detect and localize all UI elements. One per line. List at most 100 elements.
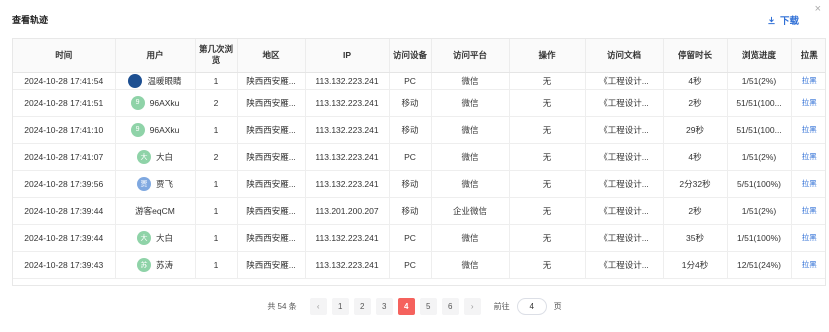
download-label: 下载 xyxy=(779,16,799,27)
user-cell: 9 96AXku xyxy=(115,89,196,117)
avatar xyxy=(128,73,143,88)
column-header: 操作 xyxy=(509,39,586,73)
page-button[interactable]: 6 xyxy=(441,298,459,315)
action-cell: 无 xyxy=(509,72,586,90)
block-link[interactable]: 拉黑 xyxy=(802,233,817,242)
column-header: 地区 xyxy=(237,39,306,73)
document-cell: 《工程设计... xyxy=(585,224,664,252)
column-header: 时间 xyxy=(13,39,116,73)
document-cell: 《工程设计... xyxy=(585,143,664,171)
avatar: 9 xyxy=(130,122,145,137)
progress-cell: 12/51(24%) xyxy=(727,251,792,279)
block-cell: 拉黑 xyxy=(791,251,825,279)
avatar: 大 xyxy=(136,230,151,245)
block-cell: 拉黑 xyxy=(791,197,825,225)
close-icon[interactable]: × xyxy=(815,3,821,15)
block-cell: 拉黑 xyxy=(791,72,825,90)
page-button[interactable]: 1 xyxy=(331,298,349,315)
document-cell: 《工程设计... xyxy=(585,89,664,117)
platform-cell: 微信 xyxy=(431,89,510,117)
goto-label: 前往 xyxy=(493,302,510,311)
time-cell: 2024-10-28 17:39:44 xyxy=(13,197,116,225)
visit-count-cell: 1 xyxy=(195,72,238,90)
action-cell: 无 xyxy=(509,143,586,171)
ip-cell: 113.132.223.241 xyxy=(305,170,390,198)
user-name: 苏涛 xyxy=(155,259,173,270)
block-link[interactable]: 拉黑 xyxy=(802,125,817,134)
ip-cell: 113.132.223.241 xyxy=(305,89,390,117)
duration-cell: 1分4秒 xyxy=(663,251,728,279)
table-row: 2024-10-28 17:41:10 9 96AXku 1 陕西西安雁... 113.1… xyxy=(13,116,825,144)
avatar: 苏 xyxy=(136,257,151,272)
action-cell: 无 xyxy=(509,224,586,252)
document-cell: 《工程设计... xyxy=(585,197,664,225)
platform-cell: 微信 xyxy=(431,170,510,198)
region-cell: 陕西西安雁... xyxy=(237,72,306,90)
table-body: 2024-10-28 17:41:54 温暖眼睛 1 陕西西安雁... 113.132.… xyxy=(13,72,825,279)
document-cell: 《工程设计... xyxy=(585,72,664,90)
action-cell: 无 xyxy=(509,116,586,144)
visit-count-cell: 1 xyxy=(195,251,238,279)
user-cell: 大大白 xyxy=(115,224,196,252)
user-name: 温暖眼睛 xyxy=(147,75,182,86)
duration-cell: 29秒 xyxy=(663,116,728,144)
pagination: 共 54 条 ‹ 123456 › 前往 页 xyxy=(0,298,829,315)
column-header: 第几次浏览 xyxy=(195,39,238,73)
page-button[interactable]: 2 xyxy=(353,298,371,315)
user-name: 贾飞 xyxy=(155,178,173,189)
platform-cell: 企业微信 xyxy=(431,197,510,225)
dialog-title: 查看轨迹 xyxy=(12,15,49,25)
block-link[interactable]: 拉黑 xyxy=(802,152,817,161)
region-cell: 陕西西安雁... xyxy=(237,143,306,171)
action-cell: 无 xyxy=(509,197,586,225)
ip-cell: 113.201.200.207 xyxy=(305,197,390,225)
column-header: 访问平台 xyxy=(431,39,510,73)
progress-cell: 1/51(100%) xyxy=(727,224,792,252)
action-cell: 无 xyxy=(509,251,586,279)
block-link[interactable]: 拉黑 xyxy=(802,98,817,107)
column-header: 拉黑 xyxy=(791,39,825,73)
next-page-button[interactable]: › xyxy=(463,298,481,315)
device-cell: 移动 xyxy=(389,197,432,225)
visit-count-cell: 1 xyxy=(195,170,238,198)
table-header-row: 时间 用户 第几次浏览 地区 IP 访问设备 访问平台 操作 访问文档 停留时长 浏览进度 拉黑 xyxy=(13,39,825,73)
time-cell: 2024-10-28 17:41:07 xyxy=(13,143,116,171)
page-unit-label: 页 xyxy=(553,302,562,311)
table-row: 2024-10-28 17:39:44 游客eqCM 1 陕西西安雁... 113.20… xyxy=(13,197,825,225)
time-cell: 2024-10-28 17:41:51 xyxy=(13,89,116,117)
prev-page-button[interactable]: ‹ xyxy=(309,298,327,315)
progress-cell: 1/51(2%) xyxy=(727,197,792,225)
page-button[interactable]: 4 xyxy=(397,298,415,315)
progress-cell: 5/51(100%) xyxy=(727,170,792,198)
user-name: 大白 xyxy=(155,232,173,243)
ip-cell: 113.132.223.241 xyxy=(305,116,390,144)
visit-count-cell: 2 xyxy=(195,143,238,171)
avatar: 贾 xyxy=(136,176,151,191)
block-link[interactable]: 拉黑 xyxy=(802,260,817,269)
document-cell: 《工程设计... xyxy=(585,251,664,279)
ip-cell: 113.132.223.241 xyxy=(305,143,390,171)
duration-cell: 2分32秒 xyxy=(663,170,728,198)
time-cell: 2024-10-28 17:39:43 xyxy=(13,251,116,279)
device-cell: PC xyxy=(389,251,432,279)
time-cell: 2024-10-28 17:41:54 xyxy=(13,72,116,90)
region-cell: 陕西西安雁... xyxy=(237,116,306,144)
time-cell: 2024-10-28 17:39:56 xyxy=(13,170,116,198)
column-header: 停留时长 xyxy=(663,39,728,73)
table-row: 2024-10-28 17:39:43 苏苏涛 1 陕西西安雁... 113.132.2… xyxy=(13,251,825,279)
page-button[interactable]: 3 xyxy=(375,298,393,315)
block-link[interactable]: 拉黑 xyxy=(802,206,817,215)
device-cell: PC xyxy=(389,72,432,90)
user-cell: 苏苏涛 xyxy=(115,251,196,279)
table-row: 2024-10-28 17:41:54 温暖眼睛 1 陕西西安雁... 113.132.… xyxy=(13,72,825,90)
user-name: 大白 xyxy=(155,151,173,162)
block-link[interactable]: 拉黑 xyxy=(802,76,817,85)
document-cell: 《工程设计... xyxy=(585,170,664,198)
block-link[interactable]: 拉黑 xyxy=(802,179,817,188)
goto-page-input[interactable] xyxy=(516,298,547,315)
time-cell: 2024-10-28 17:39:44 xyxy=(13,224,116,252)
download-button[interactable]: 下载 xyxy=(767,13,799,27)
page-button[interactable]: 5 xyxy=(419,298,437,315)
progress-cell: 51/51(100... xyxy=(727,116,792,144)
avatar: 大 xyxy=(136,149,151,164)
